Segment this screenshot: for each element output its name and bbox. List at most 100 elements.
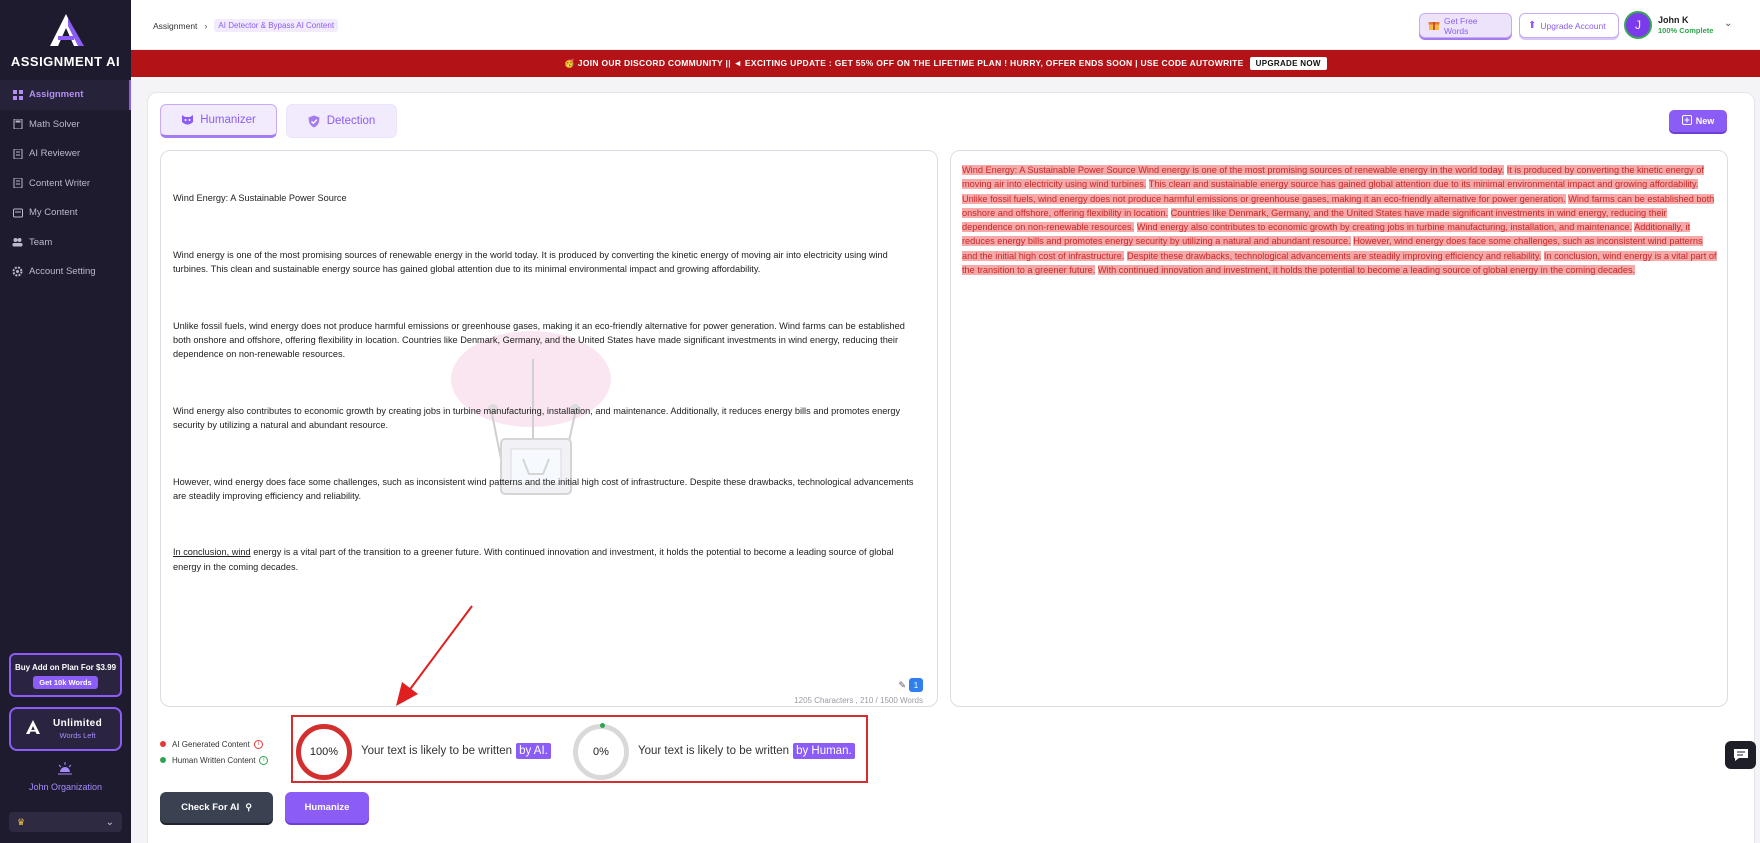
human-score-ring: 0% xyxy=(573,723,629,780)
sidebar-item-label: Account Setting xyxy=(29,266,96,278)
sidebar-item-my-content[interactable]: My Content xyxy=(0,198,131,228)
sunrise-icon xyxy=(57,762,73,776)
upgrade-icon: ⬆ xyxy=(1528,20,1537,31)
ai-percent: 100% xyxy=(309,746,339,758)
ai-sentence: Unlike fossil fuels, wind energy does no… xyxy=(962,193,1566,204)
chevron-down-icon: ⌄ xyxy=(105,816,114,828)
banner-text: 🥳 JOIN OUR DISCORD COMMUNITY || ◄ EXCITI… xyxy=(564,58,1244,68)
breadcrumb-item[interactable]: Assignment xyxy=(153,21,197,31)
check-for-ai-button[interactable]: Check For AI ⚲ xyxy=(160,792,273,823)
search-icon: ⚲ xyxy=(245,802,252,812)
human-result-label: Your text is likely to be written xyxy=(638,745,790,757)
plan-card: Unlimited Words Left xyxy=(9,707,122,751)
sidebar-item-content-writer[interactable]: Content Writer xyxy=(0,169,131,199)
sidebar-item-label: My Content xyxy=(29,207,78,219)
logo-text: ASSIGNMENT AI xyxy=(10,54,121,69)
info-icon[interactable]: i xyxy=(259,755,269,765)
plan-subtitle: Words Left xyxy=(59,731,96,740)
addon-promo-card[interactable]: Buy Add on Plan For $3.99 Get 10k Words xyxy=(9,653,122,697)
sidebar-item-label: Content Writer xyxy=(29,177,91,189)
top-header: Assignment › AI Detector & Bypass AI Con… xyxy=(131,0,1760,50)
sidebar: ASSIGNMENT AI Assignment Math Solver AI … xyxy=(0,0,131,843)
ai-score-ring: 100% xyxy=(296,724,352,780)
progress-dot-icon xyxy=(600,723,605,728)
crown-icon: ♛ xyxy=(17,816,26,827)
tab-humanizer[interactable]: Humanizer xyxy=(160,104,277,138)
promo-banner: 🥳 JOIN OUR DISCORD COMMUNITY || ◄ EXCITI… xyxy=(131,50,1760,77)
ai-dot-icon xyxy=(160,741,166,747)
tab-label: Humanizer xyxy=(200,114,256,126)
legend-ai-label: AI Generated Content xyxy=(172,739,250,749)
new-button[interactable]: New xyxy=(1669,110,1727,132)
breadcrumb-current: AI Detector & Bypass AI Content xyxy=(214,19,339,32)
input-title: Wind Energy: A Sustainable Power Source xyxy=(173,193,347,204)
sidebar-item-team[interactable]: Team xyxy=(0,228,131,258)
input-paragraph: Unlike fossil fuels, wind energy does no… xyxy=(173,320,908,360)
editor-tools: ✎ 1 xyxy=(898,678,923,692)
input-textarea[interactable]: Wind Energy: A Sustainable Power Source … xyxy=(173,163,923,602)
issue-count-badge[interactable]: 1 xyxy=(909,678,923,692)
sidebar-item-label: Math Solver xyxy=(29,118,80,130)
info-icon[interactable]: i xyxy=(253,739,263,749)
avatar: J xyxy=(1624,11,1652,39)
ai-sentence: This clean and sustainable energy source… xyxy=(1148,179,1699,190)
sidebar-item-label: Team xyxy=(29,236,53,248)
team-icon xyxy=(12,237,23,248)
sidebar-item-label: AI Reviewer xyxy=(29,148,81,160)
get-free-words-label: Get Free Words xyxy=(1444,15,1478,36)
sidebar-item-ai-reviewer[interactable]: AI Reviewer xyxy=(0,139,131,169)
breadcrumb: Assignment › AI Detector & Bypass AI Con… xyxy=(153,19,339,32)
document-icon xyxy=(12,148,23,159)
input-paragraph: Wind energy is one of the most promising… xyxy=(173,250,891,275)
legend-ai: AI Generated Content i xyxy=(160,736,268,752)
input-pane[interactable]: Wind Energy: A Sustainable Power Source … xyxy=(160,150,938,707)
ai-sentence: Wind Energy: A Sustainable Power Source … xyxy=(962,165,1505,175)
ai-result-text: Your text is likely to be written by AI. xyxy=(361,743,551,759)
grid-icon xyxy=(12,89,23,100)
promo-title: Buy Add on Plan For $3.99 xyxy=(14,663,117,672)
organization-select[interactable]: ♛ ⌄ xyxy=(9,812,122,832)
chevron-right-icon: › xyxy=(204,20,208,31)
pen-icon[interactable]: ✎ xyxy=(898,680,906,691)
underlined-phrase: In conclusion, wind xyxy=(173,547,251,558)
output-pane: Wind Energy: A Sustainable Power Source … xyxy=(950,150,1728,707)
sidebar-item-account-setting[interactable]: Account Setting xyxy=(0,257,131,287)
new-button-label: New xyxy=(1695,116,1715,126)
upgrade-now-button[interactable]: UPGRADE NOW xyxy=(1249,57,1327,70)
tab-detection[interactable]: Detection xyxy=(286,104,397,138)
red-arrow-annotation-icon xyxy=(396,605,473,706)
human-result-pill: by Human. xyxy=(793,743,855,759)
human-percent: 0% xyxy=(593,746,609,758)
legend: AI Generated Content i Human Written Con… xyxy=(160,736,269,768)
input-paragraph: In conclusion, wind energy is a vital pa… xyxy=(173,545,923,573)
ai-result-label: Your text is likely to be written xyxy=(361,745,513,757)
logo-mark-icon xyxy=(25,719,41,740)
ai-sentence: Wind energy also contributes to economic… xyxy=(1136,222,1633,233)
chat-icon[interactable] xyxy=(1725,741,1756,769)
get-words-button[interactable]: Get 10k Words xyxy=(33,676,98,689)
mask-icon xyxy=(181,114,194,126)
humanize-button-label: Humanize xyxy=(304,802,350,813)
get-free-words-button[interactable]: Get Free Words xyxy=(1419,13,1512,38)
human-dot-icon xyxy=(160,757,166,763)
shield-icon xyxy=(308,115,321,128)
chevron-down-icon[interactable]: ⌄ xyxy=(1724,18,1732,29)
sidebar-nav: Assignment Math Solver AI Reviewer Conte… xyxy=(0,80,131,287)
user-menu[interactable]: J John K 100% Complete xyxy=(1624,11,1713,39)
folder-icon xyxy=(12,207,23,218)
sidebar-item-math-solver[interactable]: Math Solver xyxy=(0,110,131,140)
logo[interactable]: ASSIGNMENT AI xyxy=(0,12,131,69)
input-paragraph: However, wind energy does face some chal… xyxy=(173,476,917,501)
plan-title: Unlimited xyxy=(53,718,103,729)
gift-icon xyxy=(1428,19,1440,33)
organization-name: John Organization xyxy=(28,782,103,792)
sidebar-item-assignment[interactable]: Assignment xyxy=(0,80,131,110)
profile-status: 100% Complete xyxy=(1658,26,1714,35)
detection-results: 100% Your text is likely to be written b… xyxy=(291,715,868,783)
input-paragraph-rest: energy is a vital part of the transition… xyxy=(173,547,897,572)
upgrade-account-button[interactable]: ⬆ Upgrade Account xyxy=(1519,13,1619,38)
humanize-button[interactable]: Humanize xyxy=(285,792,369,823)
highlighted-output: Wind Energy: A Sustainable Power Source … xyxy=(962,163,1717,277)
input-paragraph: Wind energy also contributes to economic… xyxy=(173,405,903,431)
upgrade-account-label: Upgrade Account xyxy=(1540,20,1606,31)
